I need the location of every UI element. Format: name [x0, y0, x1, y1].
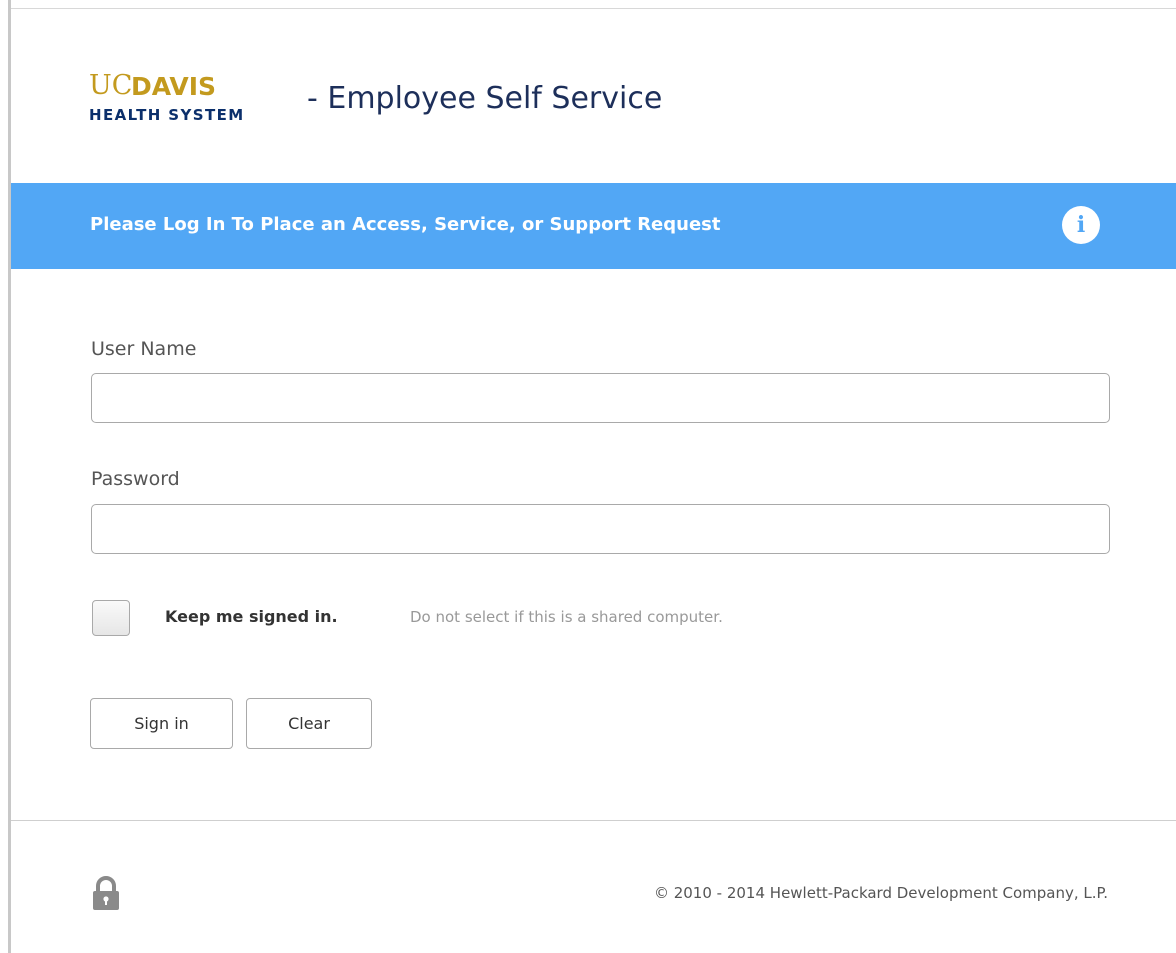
- logo-health-system-text: HEALTH SYSTEM: [89, 106, 245, 124]
- info-icon[interactable]: i: [1062, 206, 1100, 244]
- page-title: - Employee Self Service: [307, 81, 663, 116]
- page-header: UC DAVIS HEALTH SYSTEM - Employee Self S…: [11, 9, 1176, 183]
- keep-signed-in-checkbox[interactable]: [92, 600, 130, 636]
- window-left-border: [0, 0, 11, 953]
- ucdavis-logo: UC DAVIS HEALTH SYSTEM: [89, 72, 299, 132]
- username-label: User Name: [91, 338, 197, 360]
- username-input[interactable]: [91, 373, 1110, 423]
- shared-computer-hint: Do not select if this is a shared comput…: [410, 608, 723, 626]
- sign-in-button[interactable]: Sign in: [90, 698, 233, 749]
- banner-text: Please Log In To Place an Access, Servic…: [90, 214, 721, 235]
- logo-davis-text: DAVIS: [131, 72, 217, 101]
- login-banner: Please Log In To Place an Access, Servic…: [11, 183, 1176, 269]
- footer-divider: [11, 820, 1176, 821]
- clear-button[interactable]: Clear: [246, 698, 372, 749]
- lock-icon: [93, 876, 119, 910]
- keep-signed-in-label[interactable]: Keep me signed in.: [165, 607, 338, 626]
- password-label: Password: [91, 468, 180, 490]
- password-input[interactable]: [91, 504, 1110, 554]
- logo-uc-text: UC: [89, 70, 133, 101]
- copyright-text: © 2010 - 2014 Hewlett-Packard Developmen…: [653, 884, 1108, 902]
